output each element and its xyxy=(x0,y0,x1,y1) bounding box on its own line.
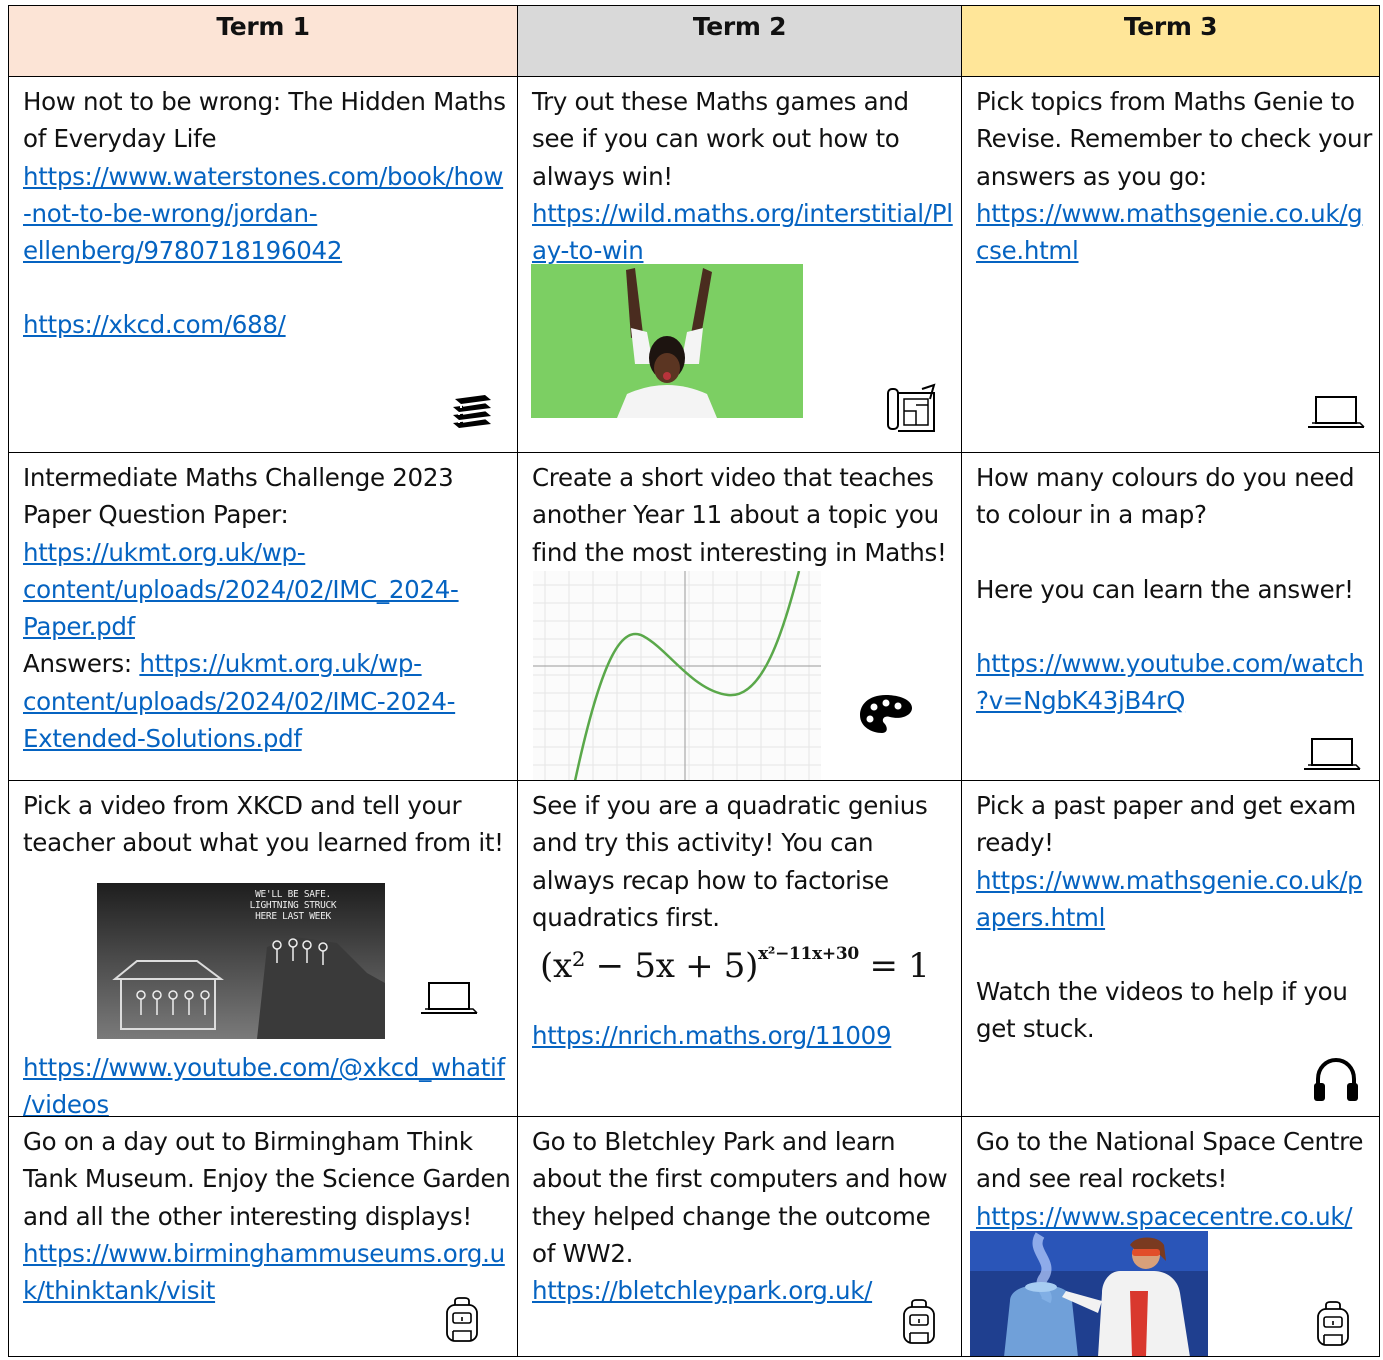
header-term-3: Term 3 xyxy=(962,5,1380,77)
cell-text: Here you can learn the answer! xyxy=(976,574,1354,604)
laptop-icon xyxy=(421,982,478,1014)
cell-text: Try out these Maths games and see if you… xyxy=(532,87,909,191)
celebrating-woman-image xyxy=(531,264,803,418)
cell-text: Watch the videos to help if you get stuc… xyxy=(976,977,1348,1044)
laptop-icon xyxy=(1308,396,1365,428)
cell-term1-row4: Go on a day out to Birmingham Think Tank… xyxy=(8,1117,518,1357)
cell-term3-row2: How many colours do you need to colour i… xyxy=(962,453,1380,781)
cell-text: Intermediate Maths Challenge 2023 Paper … xyxy=(23,463,454,530)
xkcd-whatif-youtube-link[interactable]: https://www.youtube.com/@xkcd_whatif/vid… xyxy=(23,1049,507,1116)
header-term-1: Term 1 xyxy=(8,5,518,77)
cell-term3-row4: Go to the National Space Centre and see … xyxy=(962,1117,1380,1357)
birmingham-museums-link[interactable]: https://www.birminghammuseums.org.uk/thi… xyxy=(23,1235,511,1310)
cell-text: Go to the National Space Centre and see … xyxy=(976,1127,1364,1194)
cell-text: Create a short video that teaches anothe… xyxy=(532,463,947,567)
equation-rhs: = 1 xyxy=(869,946,930,986)
headphones-icon xyxy=(1314,1057,1358,1101)
cell-text: Go to Bletchley Park and learn about the… xyxy=(532,1127,948,1268)
cell-text: Pick a video from XKCD and tell your tea… xyxy=(23,791,504,858)
cubic-graph-image xyxy=(533,571,821,780)
space-centre-science-show-image xyxy=(970,1231,1208,1356)
laptop-icon xyxy=(1304,738,1361,770)
cell-term3-row3: Pick a past paper and get exam ready! ht… xyxy=(962,781,1380,1117)
space-centre-link[interactable]: https://www.spacecentre.co.uk/ xyxy=(976,1198,1373,1235)
youtube-map-colours-link[interactable]: https://www.youtube.com/watch?v=NgbK43jB… xyxy=(976,645,1373,720)
backpack-icon xyxy=(446,1297,478,1342)
blueprint-icon xyxy=(887,383,936,432)
mathsgenie-papers-link[interactable]: https://www.mathsgenie.co.uk/papers.html xyxy=(976,862,1373,937)
cell-text: Pick a past paper and get exam ready! xyxy=(976,791,1356,858)
cell-term2-row1: Try out these Maths games and see if you… xyxy=(518,77,962,453)
imc-paper-link[interactable]: https://ukmt.org.uk/wp-content/uploads/2… xyxy=(23,538,459,642)
header-label: Term 3 xyxy=(1123,12,1218,41)
cell-text: Pick topics from Maths Genie to Revise. … xyxy=(976,87,1372,191)
activity-table: Term 1 Term 2 Term 3 How not to be wrong… xyxy=(8,5,1380,1357)
cell-text: See if you are a quadratic genius and tr… xyxy=(532,791,928,932)
cell-term3-row1: Pick topics from Maths Genie to Revise. … xyxy=(962,77,1380,453)
nrich-link[interactable]: https://nrich.maths.org/11009 xyxy=(532,1017,892,1054)
cell-text: How many colours do you need to colour i… xyxy=(976,463,1355,530)
header-label: Term 2 xyxy=(692,12,787,41)
header-term-2: Term 2 xyxy=(518,5,962,77)
comic-text: LIGHTNING STRUCK xyxy=(250,900,337,911)
books-icon xyxy=(453,395,491,428)
quadratic-equation: (x² − 5x + 5)x²−11x+30 = 1 xyxy=(540,929,930,991)
cell-term1-row3: Pick a video from XKCD and tell your tea… xyxy=(8,781,518,1117)
comic-text: WE'LL BE SAFE. xyxy=(255,889,331,900)
palette-icon xyxy=(860,695,912,733)
header-label: Term 1 xyxy=(216,12,310,41)
cell-term2-row4: Go to Bletchley Park and learn about the… xyxy=(518,1117,962,1357)
cell-text: How not to be wrong: The Hidden Maths of… xyxy=(23,87,506,154)
cell-term2-row2: Create a short video that teaches anothe… xyxy=(518,453,962,781)
cell-text: Go on a day out to Birmingham Think Tank… xyxy=(23,1127,511,1231)
answers-label: Answers: xyxy=(23,649,132,679)
equation-base: (x² − 5x + 5) xyxy=(540,946,759,986)
comic-text: HERE LAST WEEK xyxy=(255,911,331,922)
equation-exponent: x²−11x+30 xyxy=(758,944,859,964)
wild-maths-link[interactable]: https://wild.maths.org/interstitial/Play… xyxy=(532,195,955,270)
cell-term1-row2: Intermediate Maths Challenge 2023 Paper … xyxy=(8,453,518,781)
bletchley-park-link[interactable]: https://bletchleypark.org.uk/ xyxy=(532,1272,955,1309)
backpack-icon xyxy=(903,1299,935,1344)
cell-term2-row3: See if you are a quadratic genius and tr… xyxy=(518,781,962,1117)
xkcd-link[interactable]: https://xkcd.com/688/ xyxy=(23,306,511,343)
cell-term1-row1: How not to be wrong: The Hidden Maths of… xyxy=(8,77,518,453)
mathsgenie-gcse-link[interactable]: https://www.mathsgenie.co.uk/gcse.html xyxy=(976,195,1373,270)
backpack-icon xyxy=(1317,1301,1349,1346)
waterstones-link[interactable]: https://www.waterstones.com/book/how-not… xyxy=(23,158,511,270)
xkcd-comic-image: WE'LL BE SAFE. LIGHTNING STRUCK HERE LAS… xyxy=(97,883,385,1039)
